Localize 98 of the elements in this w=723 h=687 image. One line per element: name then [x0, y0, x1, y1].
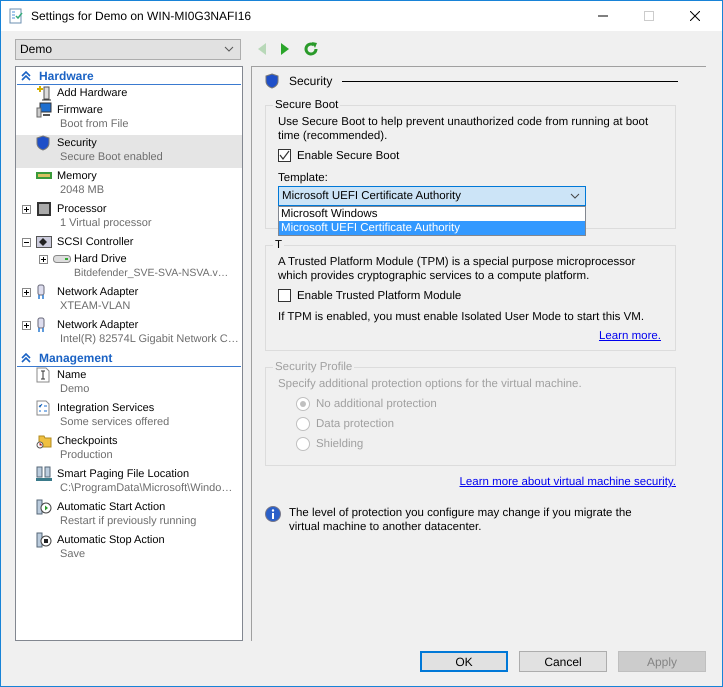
shield-icon	[36, 135, 50, 151]
item-name: Name	[57, 369, 86, 381]
folder-clock-icon	[36, 433, 52, 449]
section-title: Hardware	[39, 69, 94, 83]
network-plug-icon	[36, 317, 46, 333]
info-icon	[265, 506, 281, 522]
group-title: Secure Boot	[274, 99, 340, 111]
memory-grid-icon	[36, 466, 52, 482]
forward-icon[interactable]	[280, 42, 290, 56]
group-title: Security Profile	[274, 361, 354, 373]
checklist-icon	[36, 400, 50, 416]
item-name: Automatic Stop Action	[57, 534, 165, 546]
stop-icon	[36, 532, 52, 548]
description: Specify additional protection options for the virtual machine.	[278, 377, 583, 391]
page-title: Security	[289, 74, 332, 88]
tree-item[interactable]: Checkpoints Production	[16, 433, 242, 466]
collapse-icon[interactable]	[21, 71, 31, 81]
expander-icon[interactable]	[22, 288, 30, 296]
tree-item[interactable]: Network Adapter Intel(R) 82574L Gigabit Network C…	[16, 317, 242, 350]
tree-item[interactable]: Processor 1 Virtual processor	[16, 201, 242, 234]
memory-icon	[36, 171, 52, 181]
tree-item[interactable]: Firmware Boot from File	[16, 102, 242, 135]
item-detail: Some services offered	[59, 416, 170, 430]
item-detail: Restart if previously running	[59, 515, 198, 529]
collapse-icon[interactable]	[21, 353, 31, 363]
item-name: Hard Drive	[74, 253, 127, 265]
vm-selector[interactable]: Demo	[15, 38, 241, 60]
item-name: Integration Services	[57, 402, 154, 414]
item-name: Automatic Start Action	[57, 501, 166, 513]
item-detail: 2048 MB	[59, 184, 106, 198]
tpm-checkbox[interactable]: Enable Trusted Platform Module	[278, 289, 663, 302]
add-device-icon	[36, 85, 52, 101]
item-detail: XTEAM-VLAN	[59, 300, 132, 314]
checkbox[interactable]	[278, 149, 291, 162]
item-detail: Production	[59, 449, 114, 463]
settings-icon	[9, 8, 25, 24]
tree-item[interactable]: Network Adapter XTEAM-VLAN	[16, 284, 242, 317]
close-icon[interactable]	[690, 11, 700, 21]
secure-boot-checkbox[interactable]: Enable Secure Boot	[278, 149, 663, 162]
tree-item[interactable]: Smart Paging File Location C:\ProgramData\Microsoft\Windo…	[16, 466, 242, 499]
item-name: Smart Paging File Location	[57, 468, 190, 480]
item-detail: Boot from File	[59, 118, 130, 132]
expander-icon[interactable]	[38, 254, 48, 264]
chevron-down-icon	[570, 193, 580, 199]
template-dropdown[interactable]: Microsoft UEFI Certificate Authority	[278, 186, 586, 206]
play-icon	[36, 499, 52, 515]
expander-icon[interactable]	[22, 320, 30, 330]
dialog-button[interactable]: OK	[420, 651, 508, 672]
checkbox[interactable]	[278, 289, 291, 302]
tree-item[interactable]: Hard Drive Bitdefender_SVE-SVA-NSVA.v…	[16, 251, 242, 284]
security-link[interactable]: Learn more about virtual machine security.	[460, 476, 676, 488]
expander-icon[interactable]	[22, 238, 30, 246]
item-detail: Demo	[59, 383, 90, 397]
tree-item[interactable]: Add Hardware	[16, 85, 242, 102]
description: Use Secure Boot to help prevent unauthorized code from running at boot time (recommended).	[278, 115, 650, 143]
item-detail: Intel(R) 82574L Gigabit Network C…	[59, 333, 240, 347]
group-title: T	[274, 239, 284, 251]
note: If TPM is enabled, you must enable Isolated User Mode to start this VM.	[278, 310, 646, 324]
tree-item[interactable]: Name Demo	[16, 367, 242, 400]
text-cursor-icon	[36, 367, 50, 383]
item-name: Security	[57, 137, 97, 149]
item-detail: Secure Boot enabled	[59, 151, 164, 165]
description: A Trusted Platform Module (TPM) is a special purpose microprocessor which provides cryptographic services to a compute platform.	[278, 255, 636, 283]
item-detail: Save	[59, 548, 86, 562]
item-name: SCSI Controller	[57, 236, 134, 248]
maximize-icon	[644, 11, 654, 21]
template-label: Template:	[278, 172, 329, 184]
network-plug-icon	[36, 284, 46, 300]
item-name: Network Adapter	[57, 319, 138, 331]
item-name: Memory	[57, 170, 97, 182]
chevron-down-icon	[224, 46, 234, 52]
expander-icon[interactable]	[22, 204, 30, 214]
tree-item[interactable]: Automatic Stop Action Save	[16, 532, 242, 565]
item-detail: C:\ProgramData\Microsoft\Windo…	[59, 482, 234, 496]
info-text: The level of protection you configure may change if you migrate the virtual machine to another datacenter.	[289, 506, 633, 534]
item-detail: Bitdefender_SVE-SVA-NSVA.v…	[73, 267, 230, 281]
item-name: Firmware	[57, 104, 103, 116]
dialog-button[interactable]: Cancel	[519, 651, 607, 672]
tree-item[interactable]: Memory 2048 MB	[16, 168, 242, 201]
refresh-icon[interactable]	[303, 41, 319, 57]
tree-item[interactable]: SCSI Controller	[16, 234, 242, 251]
dropdown-option[interactable]: Microsoft Windows	[279, 207, 585, 221]
hard-drive-icon	[53, 254, 71, 264]
learn-more-link[interactable]: Learn more.	[598, 330, 661, 342]
item-name: Checkpoints	[57, 435, 118, 447]
shield-icon	[265, 73, 279, 89]
tree-item[interactable]: Integration Services Some services offered	[16, 400, 242, 433]
item-name: Add Hardware	[57, 87, 128, 99]
processor-icon	[36, 201, 52, 217]
item-detail: 1 Virtual processor	[59, 217, 153, 231]
item-name: Network Adapter	[57, 286, 138, 298]
item-name: Processor	[57, 203, 107, 215]
monitor-icon	[36, 102, 52, 118]
tree-item[interactable]: Security Secure Boot enabled	[16, 135, 242, 168]
section-title: Management	[39, 351, 112, 365]
tree-item[interactable]: Automatic Start Action Restart if previously running	[16, 499, 242, 532]
controller-icon	[36, 236, 52, 248]
window-title: Settings for Demo on WIN-MI0G3NAFI16	[31, 9, 252, 23]
